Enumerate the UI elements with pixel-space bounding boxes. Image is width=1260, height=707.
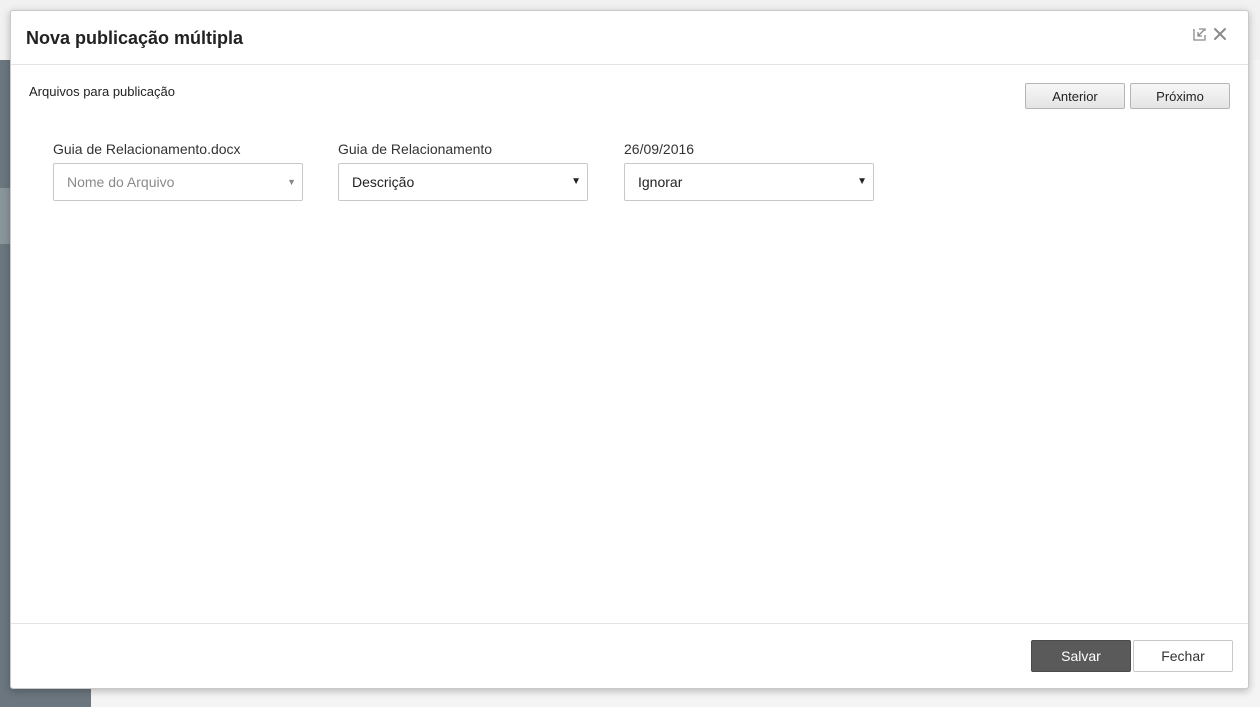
- header-icons: [1192, 26, 1228, 42]
- chevron-down-icon: ▼: [287, 177, 296, 187]
- multiple-publication-dialog: Nova publicação múltipla Arquivos para p…: [10, 10, 1249, 689]
- dialog-header: Nova publicação múltipla: [11, 11, 1248, 65]
- previous-button[interactable]: Anterior: [1025, 83, 1125, 109]
- chevron-down-icon: ▼: [571, 176, 581, 187]
- next-button[interactable]: Próximo: [1130, 83, 1230, 109]
- field-target-select-2[interactable]: Descrição ▼: [338, 163, 588, 201]
- select-value: Descrição: [352, 174, 415, 190]
- save-button[interactable]: Salvar: [1031, 640, 1131, 672]
- field-source-label: Guia de Relacionamento: [338, 141, 493, 157]
- pagination-buttons: Anterior Próximo: [1025, 83, 1230, 109]
- dialog-title: Nova publicação múltipla: [26, 28, 244, 48]
- background-sidebar-highlight: [0, 188, 10, 244]
- chevron-down-icon: ▼: [857, 176, 867, 187]
- field-mapping-2: Guia de Relacionamento Descrição ▼: [338, 141, 588, 201]
- restore-icon[interactable]: [1192, 26, 1208, 42]
- field-source-label: 26/09/2016: [624, 141, 695, 157]
- field-mapping-3: 26/09/2016 Ignorar ▼: [624, 141, 874, 201]
- select-value: Ignorar: [638, 174, 683, 190]
- footer-buttons: Salvar Fechar: [1031, 640, 1233, 672]
- field-target-select-1[interactable]: Nome do Arquivo ▼: [53, 163, 303, 201]
- field-mapping-1: Guia de Relacionamento.docx Nome do Arqu…: [53, 141, 303, 201]
- close-button[interactable]: Fechar: [1133, 640, 1233, 672]
- field-source-label: Guia de Relacionamento.docx: [53, 141, 241, 157]
- close-icon[interactable]: [1212, 26, 1228, 42]
- section-label: Arquivos para publicação: [29, 84, 175, 99]
- field-target-select-3[interactable]: Ignorar ▼: [624, 163, 874, 201]
- select-value: Nome do Arquivo: [67, 174, 175, 190]
- dialog-footer: Salvar Fechar: [11, 623, 1248, 688]
